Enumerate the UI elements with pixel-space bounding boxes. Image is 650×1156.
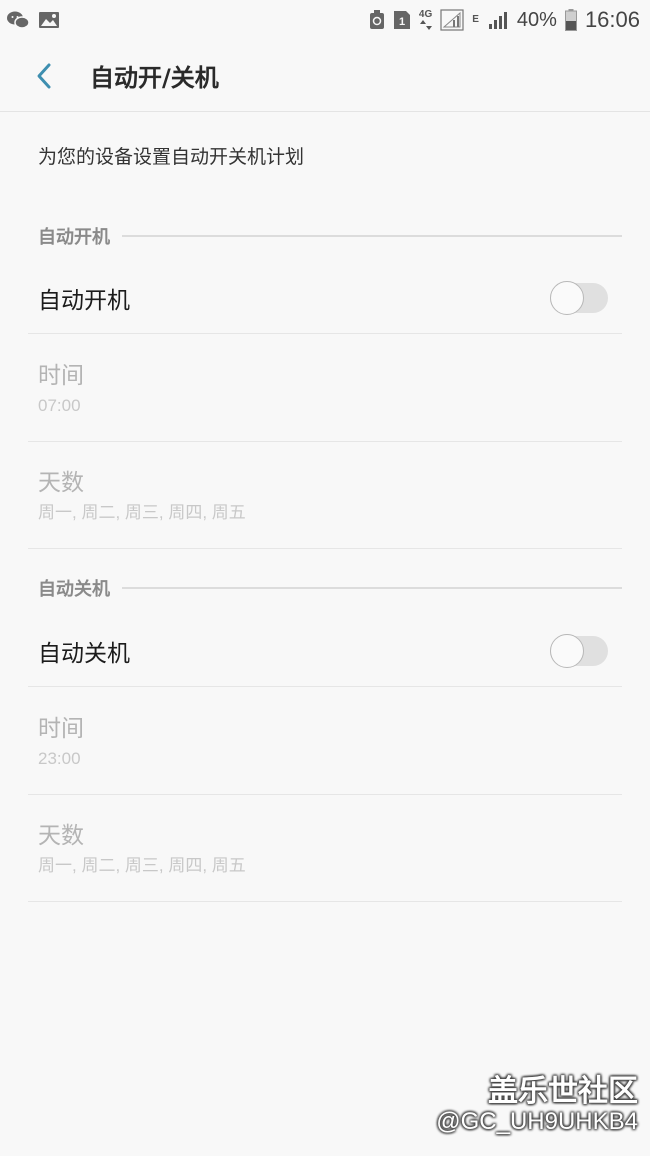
section-header-auto-on: 自动开机 <box>38 222 622 250</box>
auto-on-days-value: 周一, 周二, 周三, 周四, 周五 <box>38 503 246 522</box>
auto-on-time-row[interactable]: 时间 07:00 <box>28 336 622 442</box>
gallery-icon <box>38 10 60 30</box>
status-bar: 1 4G E 40% 16:06 <box>0 0 650 40</box>
auto-on-time-title: 时间 <box>38 363 84 389</box>
page-title: 自动开/关机 <box>90 64 219 92</box>
auto-on-time-value: 07:00 <box>38 396 81 415</box>
signal-strength-icon <box>487 10 509 30</box>
sim-slot-label: 1 <box>399 16 405 28</box>
switch-knob <box>550 633 584 668</box>
signal-icon <box>440 9 464 31</box>
network-4g-indicator: 4G <box>419 10 432 30</box>
data-arrows-icon <box>419 20 432 30</box>
network-e-label: E <box>472 14 479 25</box>
status-bar-right: 1 4G E 40% 16:06 <box>369 7 640 33</box>
status-bar-left <box>6 10 60 30</box>
auto-off-days-title: 天数 <box>38 823 84 849</box>
recycle-icon <box>369 10 385 30</box>
auto-on-switch[interactable] <box>550 280 608 315</box>
battery-icon <box>564 9 577 31</box>
divider <box>122 235 622 237</box>
wechat-icon <box>6 10 30 30</box>
section-header-label: 自动开机 <box>38 227 110 248</box>
auto-off-switch[interactable] <box>550 633 608 668</box>
battery-percent: 40% <box>516 8 557 31</box>
auto-off-days-value: 周一, 周二, 周三, 周四, 周五 <box>38 856 246 875</box>
sim-card-icon: 1 <box>393 10 411 30</box>
watermark-user: @GC_UH9UHKB4 <box>436 1108 638 1135</box>
auto-off-time-value: 23:00 <box>38 749 81 768</box>
auto-off-days-row[interactable]: 天数 周一, 周二, 周三, 周四, 周五 <box>28 796 622 902</box>
auto-on-days-row[interactable]: 天数 周一, 周二, 周三, 周四, 周五 <box>28 443 622 549</box>
section-header-label: 自动关机 <box>38 579 110 600</box>
auto-off-label: 自动关机 <box>38 640 130 667</box>
clock: 16:06 <box>584 7 640 32</box>
back-button[interactable] <box>14 46 74 106</box>
auto-on-label: 自动开机 <box>38 287 130 314</box>
watermark-site: 盖乐世社区 <box>488 1074 638 1109</box>
auto-off-toggle-row[interactable]: 自动关机 <box>28 615 622 687</box>
divider <box>122 587 622 589</box>
chevron-left-icon <box>37 63 51 88</box>
switch-knob <box>550 280 584 315</box>
auto-on-toggle-row[interactable]: 自动开机 <box>28 262 622 334</box>
section-header-auto-off: 自动关机 <box>38 574 622 602</box>
network-4g-label: 4G <box>418 9 433 20</box>
page-description: 为您的设备设置自动开关机计划 <box>38 146 305 168</box>
app-bar: 自动开/关机 <box>0 40 650 112</box>
auto-on-days-title: 天数 <box>38 470 84 496</box>
auto-off-time-row[interactable]: 时间 23:00 <box>28 689 622 795</box>
auto-off-time-title: 时间 <box>38 716 84 742</box>
